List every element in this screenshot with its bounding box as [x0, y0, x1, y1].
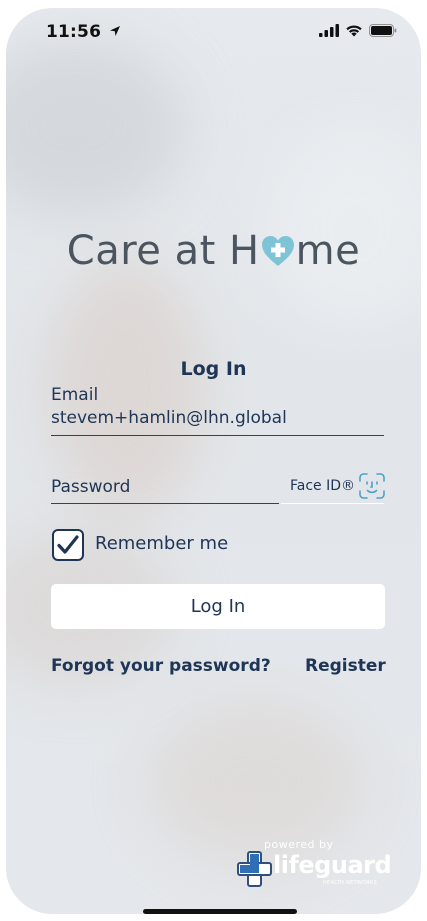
- app-logo: Care at H me: [6, 228, 421, 274]
- email-label: Email: [51, 385, 99, 405]
- email-underline: [51, 435, 384, 436]
- heart-cross-icon: [261, 236, 294, 266]
- email-field[interactable]: stevem+hamlin@lhn.global: [51, 408, 287, 428]
- status-bar: 11:56: [6, 8, 421, 58]
- cellular-signal-icon: [319, 24, 339, 37]
- lifeguard-logo: lifeguard HEALTH NETWORKS: [237, 851, 392, 891]
- location-arrow-icon: [110, 26, 121, 36]
- password-field[interactable]: Password: [51, 477, 130, 497]
- faceid-button[interactable]: Face ID®: [290, 473, 385, 499]
- wifi-icon: [346, 25, 362, 37]
- remember-label: Remember me: [95, 533, 229, 554]
- lifeguard-brand: lifeguard: [273, 851, 392, 879]
- logo-text-part1: Care at H: [66, 228, 260, 274]
- background-blur: [6, 38, 186, 218]
- status-time: 11:56: [46, 22, 121, 42]
- forgot-password-link[interactable]: Forgot your password?: [51, 656, 271, 676]
- logo-text-part2: me: [295, 228, 361, 274]
- battery-icon: [369, 24, 397, 37]
- powered-by-text: powered by: [264, 838, 334, 851]
- lifeguard-cross-icon: [237, 851, 272, 887]
- login-button[interactable]: Log In: [51, 584, 385, 629]
- lifeguard-subtitle: HEALTH NETWORKS: [323, 880, 378, 886]
- checkmark-icon: [57, 535, 79, 554]
- faceid-label: Face ID®: [289, 478, 355, 494]
- password-underline: [51, 503, 279, 504]
- home-indicator[interactable]: [143, 909, 297, 914]
- face-id-icon: [359, 473, 385, 499]
- phone-screen: 11:56 Care at H me Log In Email stevem+h…: [6, 8, 421, 914]
- status-icons: [319, 24, 397, 37]
- register-link[interactable]: Register: [305, 656, 386, 676]
- login-title: Log In: [180, 358, 247, 380]
- faceid-underline: [281, 503, 384, 504]
- remember-checkbox[interactable]: [52, 529, 84, 561]
- login-button-label: Log In: [190, 596, 246, 617]
